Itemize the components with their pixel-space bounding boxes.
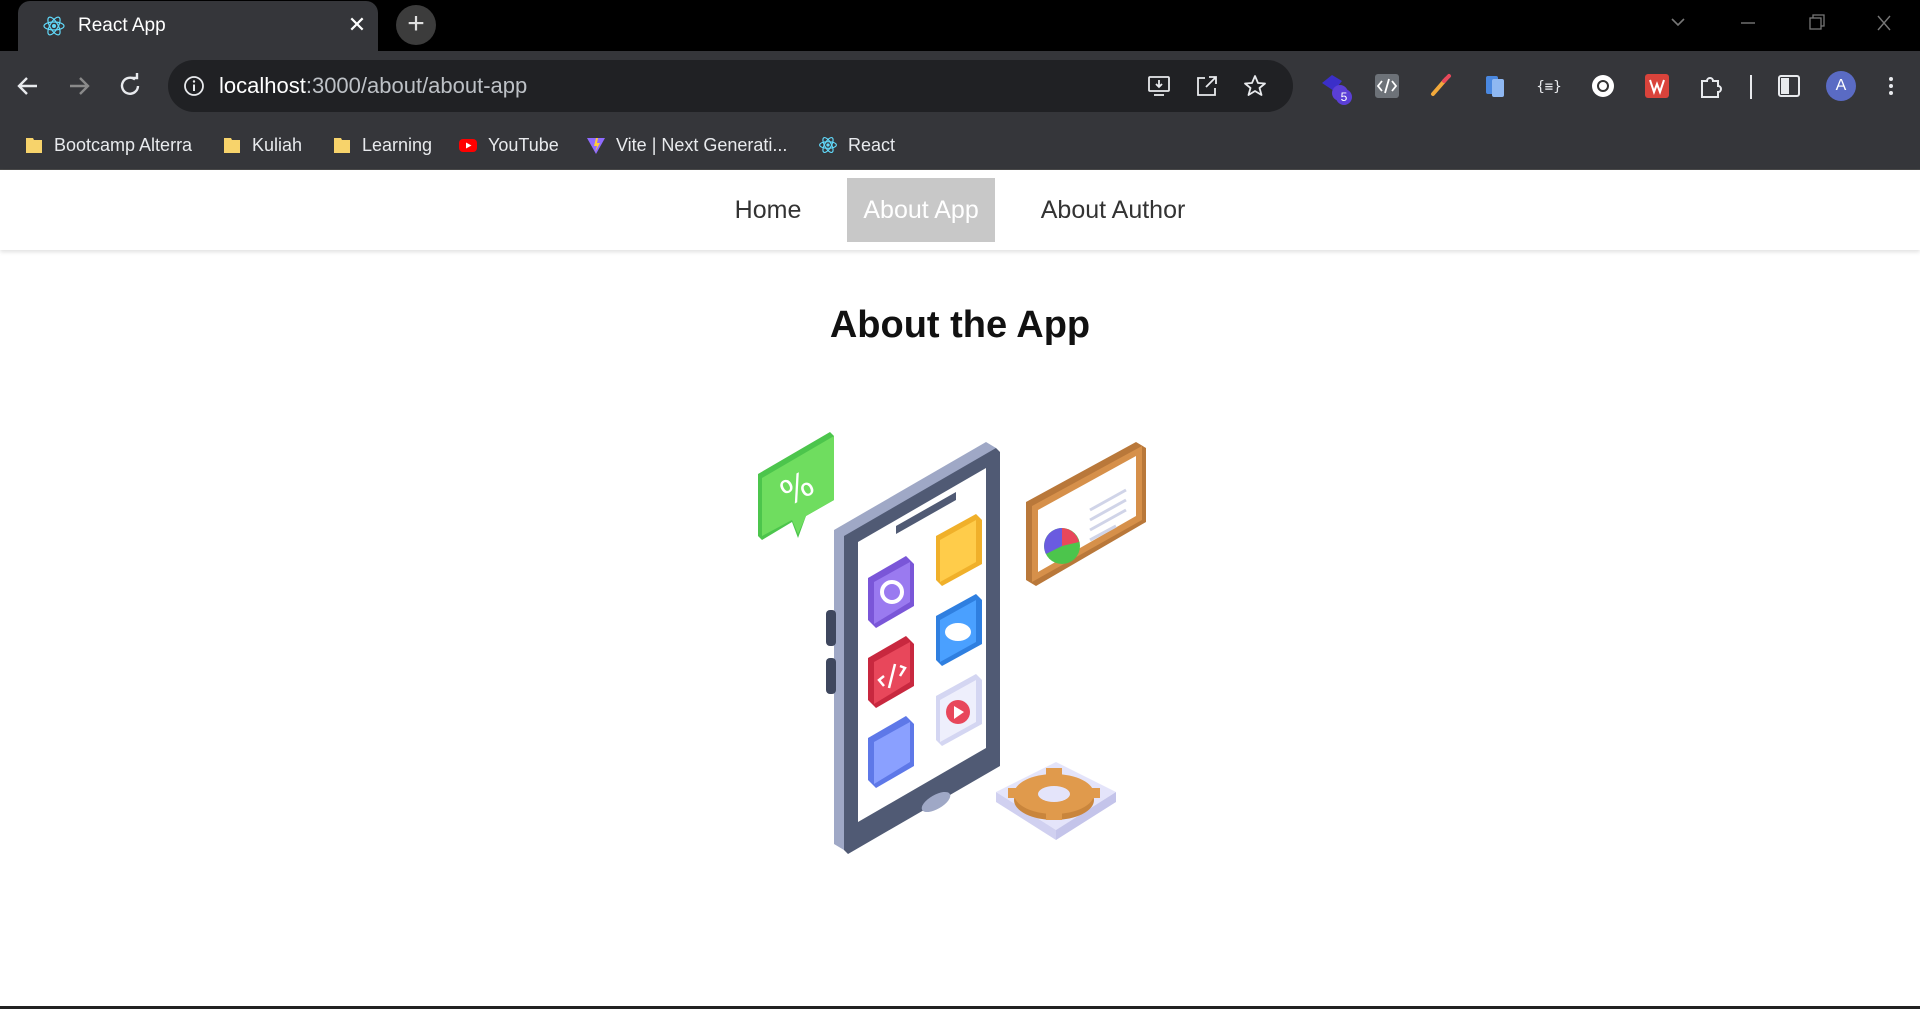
folder-icon [26, 138, 42, 153]
browser-tab[interactable]: React App ✕ [18, 1, 378, 51]
bookmark-label: Learning [362, 134, 433, 155]
percent-badge-icon: % [758, 432, 834, 540]
bookmark-bootcamp-alterra[interactable]: Bootcamp Alterra [18, 129, 198, 161]
vite-icon [587, 138, 605, 154]
smartphone-apps-illustration: % [758, 432, 1146, 854]
svg-text:{≡}: {≡} [1536, 79, 1561, 95]
color-picker-extension-icon[interactable] [1426, 71, 1456, 101]
nav-links: Home About App About Author [0, 178, 1920, 242]
close-window-icon[interactable] [1866, 8, 1902, 38]
share-icon[interactable] [1194, 73, 1220, 99]
bookmark-label: React [848, 134, 896, 155]
address-bar[interactable]: localhost:3000/about/about-app [168, 60, 1293, 112]
bookmark-learning[interactable]: Learning [326, 129, 438, 161]
profile-avatar[interactable]: A [1826, 71, 1856, 101]
tab-strip: React App ✕ + [0, 0, 1920, 51]
json-extension-icon[interactable]: {≡} [1534, 71, 1564, 101]
folder-icon [224, 138, 240, 153]
bookmark-star-icon[interactable] [1242, 73, 1268, 99]
site-navbar: Home About App About Author [0, 170, 1920, 250]
minimize-icon[interactable] [1730, 8, 1766, 38]
gear-tile-icon [996, 762, 1116, 840]
tab-close-icon[interactable]: ✕ [344, 12, 370, 38]
folder-icon [334, 138, 350, 153]
back-arrow-icon[interactable] [11, 69, 45, 103]
install-app-icon[interactable] [1146, 73, 1172, 99]
new-tab-button[interactable]: + [396, 5, 436, 45]
url-text: localhost:3000/about/about-app [219, 73, 527, 99]
chart-card-icon [1026, 442, 1146, 586]
extensions-puzzle-icon[interactable] [1696, 71, 1726, 101]
bookmark-kuliah[interactable]: Kuliah [216, 129, 308, 161]
nav-link-home[interactable]: Home [719, 178, 818, 242]
tab-title: React App [78, 15, 166, 36]
react-icon [819, 137, 837, 153]
nav-link-about-author[interactable]: About Author [1025, 178, 1202, 242]
menu-kebab-icon[interactable] [1876, 71, 1906, 101]
browser-toolbar: localhost:3000/about/about-app 5 {≡} A [0, 51, 1920, 121]
chat-extension-icon[interactable] [1588, 71, 1618, 101]
bookmark-vite[interactable]: Vite | Next Generati... [580, 129, 793, 161]
browser-chrome: React App ✕ + localhost:3000/about/about… [0, 0, 1920, 170]
site-info-icon[interactable] [182, 74, 206, 98]
page-title: About the App [829, 304, 1091, 346]
bookmark-label: YouTube [488, 134, 559, 155]
devtools-extension-icon[interactable] [1372, 71, 1402, 101]
tab-search-icon[interactable] [1660, 8, 1696, 38]
restore-icon[interactable] [1798, 8, 1834, 38]
toolbar-divider [1750, 75, 1752, 99]
youtube-icon [459, 139, 477, 152]
bookmark-label: Kuliah [252, 134, 303, 155]
bookmark-label: Vite | Next Generati... [616, 134, 788, 155]
nav-link-about-app[interactable]: About App [847, 178, 995, 242]
extension-badge: 5 [1336, 89, 1352, 105]
url-path: :3000/about/about-app [305, 73, 528, 98]
bookmark-label: Bootcamp Alterra [54, 134, 193, 155]
react-icon [43, 16, 65, 36]
bookmark-youtube[interactable]: YouTube [452, 129, 565, 161]
url-host: localhost [219, 73, 306, 98]
page-viewport: Home About App About Author About the Ap… [0, 170, 1920, 1009]
forward-arrow-icon[interactable] [62, 69, 96, 103]
side-panel-icon[interactable] [1774, 71, 1804, 101]
bookmark-react[interactable]: React [812, 129, 901, 161]
bookmarks-bar: Bootcamp Alterra Kuliah Learning YouTube… [0, 121, 1920, 170]
clipboard-extension-icon[interactable] [1480, 71, 1510, 101]
wappalyzer-extension-icon[interactable] [1642, 71, 1672, 101]
reload-icon[interactable] [113, 69, 147, 103]
